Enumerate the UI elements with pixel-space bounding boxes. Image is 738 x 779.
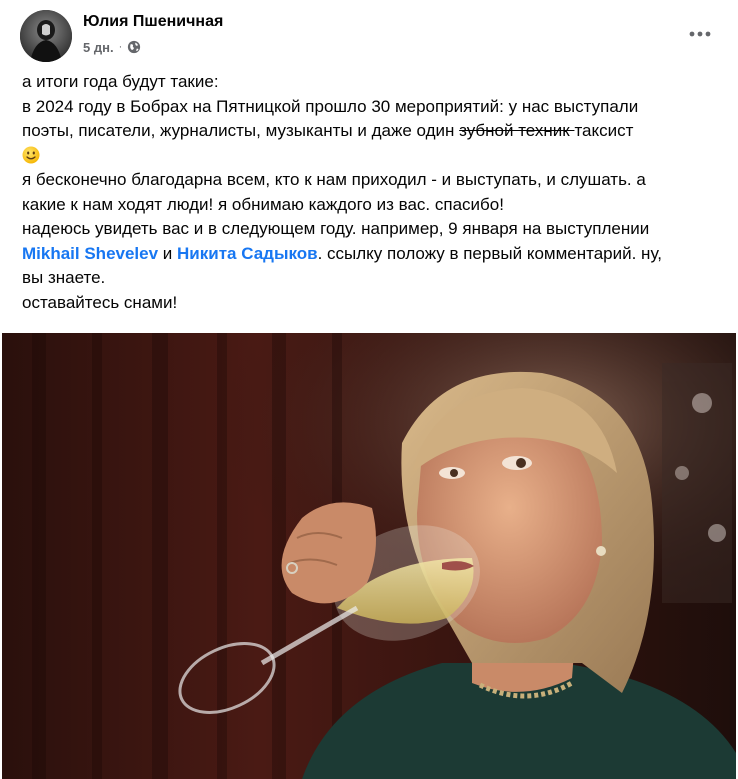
- more-options-button[interactable]: [682, 16, 718, 52]
- post-line: оставайтесь снами!: [22, 292, 178, 312]
- author-name[interactable]: Юлия Пшеничная: [83, 12, 223, 32]
- facebook-post: Юлия Пшеничная 5 дн. · а итоги года буду: [0, 0, 738, 779]
- more-horizontal-icon: [689, 31, 711, 37]
- mention-link[interactable]: Никита Садыков: [177, 244, 318, 263]
- author-avatar[interactable]: [20, 10, 72, 62]
- post-line: а итоги года будут такие:: [22, 72, 219, 91]
- post-header: Юлия Пшеничная 5 дн. ·: [0, 0, 738, 70]
- post-line: в 2024 году в Бобрах на Пятницкой прошло…: [22, 96, 639, 116]
- meta-separator: ·: [118, 41, 123, 53]
- post-line: вы знаете.: [22, 268, 106, 287]
- post-line: поэты, писатели, журналисты, музыканты и…: [22, 119, 722, 144]
- post-line: Mikhail Shevelev и Никита Садыков. ссылк…: [22, 242, 722, 267]
- post-line: [22, 144, 722, 169]
- post-text-segment: . ссылку положу в первый комментарий. ну…: [317, 243, 662, 263]
- post-photo[interactable]: [2, 333, 736, 779]
- post-text-segment: таксист: [574, 121, 634, 140]
- post-text-segment: и: [158, 243, 178, 263]
- strikethrough-text: зубной техник: [459, 121, 575, 140]
- post-text-segment: поэты, писатели, журналисты, музыканты и…: [22, 121, 460, 140]
- post-line: я бесконечно благодарна всем, кто к нам …: [22, 170, 646, 189]
- post-line: какие к нам ходят люди! я обнимаю каждог…: [22, 194, 504, 214]
- post-timestamp[interactable]: 5 дн.: [83, 40, 114, 55]
- post-line: надеюсь увидеть вас и в следующем году. …: [22, 219, 650, 238]
- mention-link[interactable]: Mikhail Shevelev: [22, 244, 158, 263]
- slightly-smiling-face-icon: [22, 146, 40, 164]
- post-meta: 5 дн. ·: [83, 38, 141, 56]
- post-text: а итоги года будут такие: в 2024 году в …: [22, 70, 722, 315]
- globe-icon[interactable]: [127, 40, 141, 54]
